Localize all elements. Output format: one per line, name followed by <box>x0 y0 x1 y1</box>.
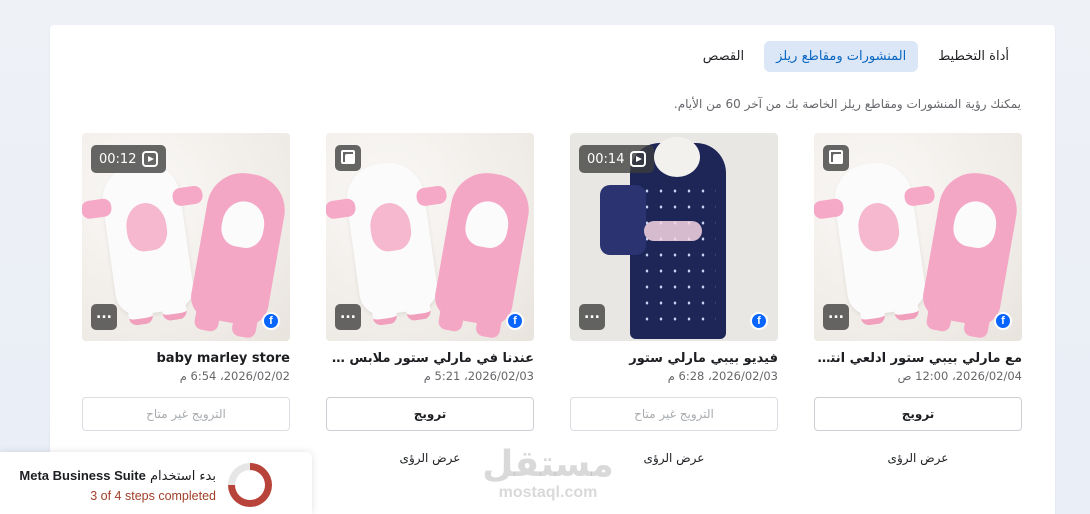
tab-planner[interactable]: أداة التخطيط <box>926 41 1021 72</box>
onesie-image <box>82 158 204 327</box>
post-date: 2026/02/02، 6:54 م <box>179 369 290 383</box>
multiple-photos-icon <box>823 145 849 171</box>
boost-button[interactable]: ترويج <box>814 397 1022 431</box>
facebook-icon: f <box>750 312 768 330</box>
post-card: 00:12 ... f baby marley store 2026/02/02… <box>82 133 290 493</box>
post-title[interactable]: baby marley store <box>82 351 291 366</box>
more-options-button[interactable]: ... <box>91 304 117 330</box>
post-thumbnail[interactable]: 00:12 ... f <box>82 133 290 341</box>
setup-progress-text: 3 of 4 steps completed <box>90 489 216 503</box>
post-title[interactable]: فيديو بيبي مارلي ستور <box>570 351 778 366</box>
boost-button[interactable]: الترويج غير متاح <box>570 397 778 431</box>
post-card: ... f عندنا في مارلي ستور ملابس طفلك... … <box>326 133 534 493</box>
post-date: 2026/02/04، 12:00 ص <box>897 369 1022 383</box>
onesie-image <box>431 167 534 340</box>
duration-text: 00:12 <box>99 151 137 167</box>
setup-progress-widget[interactable]: بدء استخدام Meta Business Suite 3 of 4 s… <box>0 452 312 514</box>
reel-icon <box>142 151 159 167</box>
watermark: مستقل mostaql.com <box>478 446 618 502</box>
facebook-icon: f <box>506 312 524 330</box>
post-date: 2026/02/03، 6:28 م <box>667 369 778 383</box>
post-thumbnail[interactable]: ... f <box>326 133 534 341</box>
onesie-image <box>187 167 290 340</box>
watermark-latin: mostaql.com <box>498 484 598 501</box>
post-title[interactable]: عندنا في مارلي ستور ملابس طفلك... <box>326 351 534 366</box>
setup-product: Meta Business Suite <box>19 468 146 483</box>
reel-duration-badge: 00:12 <box>91 145 167 173</box>
boost-button[interactable]: ترويج <box>326 397 534 431</box>
content-tabs: أداة التخطيط المنشورات ومقاطع ريلز القصص <box>691 41 1021 72</box>
setup-title: بدء استخدام Meta Business Suite <box>19 468 216 484</box>
post-card: 00:14 ... f فيديو بيبي مارلي ستور 2026/0… <box>570 133 778 493</box>
reel-duration-badge: 00:14 <box>579 145 655 173</box>
more-options-button[interactable]: ... <box>823 304 849 330</box>
page-subtitle: يمكنك رؤية المنشورات ومقاطع ريلز الخاصة … <box>673 97 1021 111</box>
reel-icon <box>630 151 647 167</box>
setup-prefix: بدء استخدام <box>150 469 216 484</box>
boost-button[interactable]: الترويج غير متاح <box>82 397 290 431</box>
onesie-image <box>814 158 936 327</box>
progress-ring-icon <box>228 463 272 507</box>
duration-text: 00:14 <box>587 151 625 167</box>
post-thumbnail[interactable]: 00:14 ... f <box>570 133 778 341</box>
facebook-icon: f <box>994 312 1012 330</box>
facebook-icon: f <box>262 312 280 330</box>
tab-stories[interactable]: القصص <box>691 41 756 72</box>
onesie-image <box>326 158 448 327</box>
tab-posts-reels[interactable]: المنشورات ومقاطع ريلز <box>764 41 919 72</box>
post-thumbnail[interactable]: ... f <box>814 133 1022 341</box>
post-date: 2026/02/03، 5:21 م <box>423 369 534 383</box>
more-options-button[interactable]: ... <box>335 304 361 330</box>
onesie-image <box>919 167 1022 340</box>
view-insights-link[interactable]: عرض الرؤى <box>814 451 1022 465</box>
post-title[interactable]: مع مارلي بيبي ستور ادلعي انتي و ... <box>814 351 1022 366</box>
post-card: ... f مع مارلي بيبي ستور ادلعي انتي و ..… <box>814 133 1022 493</box>
multiple-photos-icon <box>335 145 361 171</box>
watermark-arabic: مستقل <box>482 444 614 485</box>
more-options-button[interactable]: ... <box>579 304 605 330</box>
